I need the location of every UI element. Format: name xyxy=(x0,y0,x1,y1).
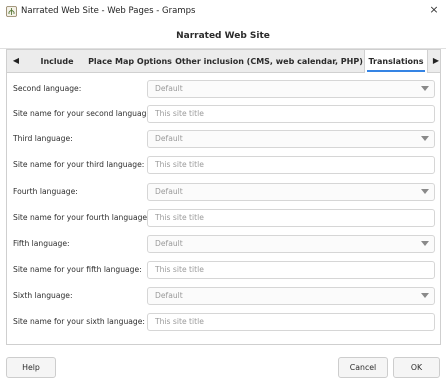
chevron-down-icon xyxy=(421,189,429,194)
combo-value: Default xyxy=(155,291,183,300)
tab-place-map-options[interactable]: Place Map Options xyxy=(88,50,172,73)
dialog-header: Narrated Web Site xyxy=(0,23,446,49)
second-language-label: Second language: xyxy=(13,84,82,93)
active-tab-indicator xyxy=(367,70,425,72)
fourth-language-combo[interactable]: Default xyxy=(147,183,435,201)
help-button[interactable]: Help xyxy=(6,357,56,378)
input-placeholder: This site title xyxy=(155,160,204,169)
input-placeholder: This site title xyxy=(155,109,204,118)
fourth-language-label: Fourth language: xyxy=(13,187,78,196)
fourth-site-name-input[interactable]: This site title xyxy=(147,209,435,227)
sixth-language-combo[interactable]: Default xyxy=(147,287,435,305)
chevron-down-icon xyxy=(421,136,429,141)
third-site-name-input[interactable]: This site title xyxy=(147,156,435,174)
fifth-site-name-input[interactable]: This site title xyxy=(147,261,435,279)
combo-value: Default xyxy=(155,134,183,143)
tab-bar: ◀ Include Place Map Options Other inclus… xyxy=(7,50,440,73)
second-language-combo[interactable]: Default xyxy=(147,80,435,98)
window-title: Narrated Web Site - Web Pages - Gramps xyxy=(21,6,196,16)
tab-label: Translations xyxy=(368,57,424,66)
third-site-name-label: Site name for your third language: xyxy=(13,160,145,169)
cancel-button[interactable]: Cancel xyxy=(338,357,388,378)
sixth-language-label: Sixth language: xyxy=(13,291,73,300)
dialog-button-bar: Help Cancel OK xyxy=(0,349,446,378)
fifth-language-combo[interactable]: Default xyxy=(147,235,435,253)
input-placeholder: This site title xyxy=(155,265,204,274)
button-label: OK xyxy=(410,363,423,372)
tab-translations[interactable]: Translations xyxy=(364,50,428,73)
tab-other-inclusion[interactable]: Other inclusion (CMS, web calendar, PHP) xyxy=(175,50,363,73)
third-language-label: Third language: xyxy=(13,134,73,143)
fourth-site-name-label: Site name for your fourth language: xyxy=(13,213,150,222)
sixth-site-name-label: Site name for your sixth language: xyxy=(13,317,145,326)
window-titlebar: Narrated Web Site - Web Pages - Gramps × xyxy=(0,0,446,23)
combo-value: Default xyxy=(155,187,183,196)
button-label: Cancel xyxy=(349,363,377,372)
fifth-site-name-label: Site name for your fifth language: xyxy=(13,265,142,274)
input-placeholder: This site title xyxy=(155,317,204,326)
tab-label: Include xyxy=(40,57,74,66)
tab-label: Place Map Options xyxy=(88,57,172,66)
combo-value: Default xyxy=(155,239,183,248)
second-site-name-label: Site name for your second language: xyxy=(13,109,154,118)
tab-scroll-right-icon[interactable]: ▶ xyxy=(431,55,441,67)
combo-value: Default xyxy=(155,84,183,93)
tab-include[interactable]: Include xyxy=(29,50,85,73)
chevron-down-icon xyxy=(421,293,429,298)
chevron-down-icon xyxy=(421,86,429,91)
third-language-combo[interactable]: Default xyxy=(147,130,435,148)
fifth-language-label: Fifth language: xyxy=(13,239,70,248)
close-icon[interactable]: × xyxy=(428,3,440,17)
button-label: Help xyxy=(22,363,40,372)
dialog-title: Narrated Web Site xyxy=(176,30,270,41)
options-notebook: ◀ Include Place Map Options Other inclus… xyxy=(6,49,441,345)
ok-button[interactable]: OK xyxy=(393,357,440,378)
sixth-site-name-input[interactable]: This site title xyxy=(147,313,435,331)
input-placeholder: This site title xyxy=(155,213,204,222)
tab-label: Other inclusion (CMS, web calendar, PHP) xyxy=(175,57,363,66)
tab-scroll-left-icon[interactable]: ◀ xyxy=(11,55,21,67)
chevron-down-icon xyxy=(421,241,429,246)
second-site-name-input[interactable]: This site title xyxy=(147,105,435,123)
gramps-tree-icon xyxy=(6,6,17,17)
